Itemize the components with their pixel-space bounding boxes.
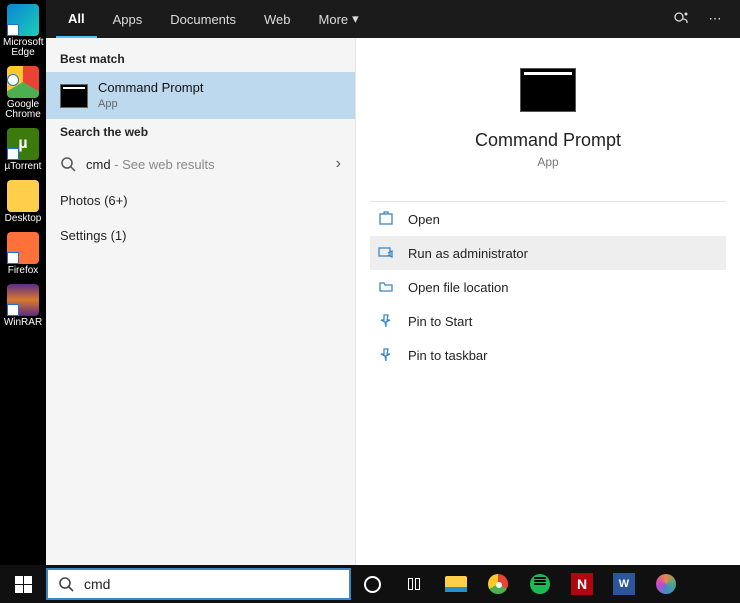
feedback-icon[interactable]	[672, 10, 690, 28]
tab-label: Documents	[170, 12, 236, 27]
action-open-location[interactable]: Open file location	[370, 270, 726, 304]
web-search-row[interactable]: cmd - See web results ›	[46, 145, 355, 183]
tab-apps[interactable]: Apps	[101, 0, 155, 38]
action-label: Open	[408, 212, 440, 227]
taskbar: N W	[0, 565, 740, 603]
preview-subtitle: App	[537, 155, 558, 169]
action-run-admin[interactable]: Run as administrator	[370, 236, 726, 270]
action-list: Open Run as administrator Open file loca…	[370, 201, 726, 372]
word-icon: W	[613, 573, 635, 595]
folder-icon	[7, 180, 39, 212]
cortana-icon	[364, 576, 381, 593]
result-subtitle: App	[98, 97, 203, 111]
taskbar-search-box[interactable]	[46, 568, 351, 600]
desktop: Microsoft Edge Google Chrome µ µTorrent …	[0, 0, 46, 565]
action-open[interactable]: Open	[370, 202, 726, 236]
netflix-button[interactable]: N	[561, 565, 603, 603]
tab-label: Web	[264, 12, 291, 27]
best-match-heading: Best match	[46, 46, 355, 72]
action-label: Run as administrator	[408, 246, 528, 261]
chrome-taskbar-button[interactable]	[477, 565, 519, 603]
search-panel: All Apps Documents Web More▾ ⋯ Best matc…	[46, 0, 740, 565]
desktop-icon-label: Microsoft Edge	[3, 37, 44, 58]
open-icon	[378, 211, 394, 227]
more-options-icon[interactable]: ⋯	[706, 10, 724, 28]
tab-all[interactable]: All	[56, 0, 97, 38]
preview-app-icon	[520, 68, 576, 112]
windows-icon	[15, 576, 32, 593]
utorrent-icon: µ	[7, 128, 39, 160]
cmd-app-icon	[60, 84, 88, 108]
chrome-icon	[7, 66, 39, 98]
photos-row[interactable]: Photos (6+)	[46, 183, 355, 218]
search-content: Best match Command Prompt App Search the…	[46, 38, 740, 565]
tab-label: All	[68, 11, 85, 26]
task-view-button[interactable]	[393, 565, 435, 603]
file-explorer-button[interactable]	[435, 565, 477, 603]
desktop-icon-chrome[interactable]: Google Chrome	[3, 66, 43, 120]
web-query-text: cmd - See web results	[86, 157, 215, 172]
search-icon	[60, 156, 76, 172]
tab-label: Apps	[113, 12, 143, 27]
chevron-right-icon: ›	[336, 155, 341, 173]
word-button[interactable]: W	[603, 565, 645, 603]
paint-button[interactable]	[645, 565, 687, 603]
pin-taskbar-icon	[378, 347, 394, 363]
best-match-result[interactable]: Command Prompt App	[46, 72, 355, 119]
action-pin-start[interactable]: Pin to Start	[370, 304, 726, 338]
action-label: Pin to taskbar	[408, 348, 488, 363]
firefox-icon	[7, 232, 39, 264]
settings-row[interactable]: Settings (1)	[46, 218, 355, 253]
preview-title: Command Prompt	[475, 130, 621, 151]
tab-more[interactable]: More▾	[307, 0, 371, 38]
search-web-heading: Search the web	[46, 119, 355, 145]
chrome-icon	[488, 574, 508, 594]
action-label: Open file location	[408, 280, 508, 295]
app-preview: Command Prompt App	[356, 68, 740, 189]
search-icon	[58, 576, 74, 592]
tab-label: More	[319, 12, 349, 27]
tab-documents[interactable]: Documents	[158, 0, 248, 38]
action-pin-taskbar[interactable]: Pin to taskbar	[370, 338, 726, 372]
task-view-icon	[408, 578, 420, 590]
desktop-icon-label: WinRAR	[4, 317, 42, 328]
search-tabs: All Apps Documents Web More▾ ⋯	[46, 0, 740, 38]
spotify-icon	[530, 574, 550, 594]
file-explorer-icon	[445, 576, 467, 592]
edge-icon	[7, 4, 39, 36]
paint-icon	[656, 574, 676, 594]
tab-web[interactable]: Web	[252, 0, 303, 38]
desktop-icon-label: µTorrent	[5, 161, 42, 172]
admin-icon	[378, 245, 394, 261]
action-label: Pin to Start	[408, 314, 472, 329]
winrar-icon	[7, 284, 39, 316]
chevron-down-icon: ▾	[352, 11, 359, 27]
result-title: Command Prompt	[98, 80, 203, 97]
desktop-icon-edge[interactable]: Microsoft Edge	[3, 4, 43, 58]
desktop-icon-utorrent[interactable]: µ µTorrent	[3, 128, 43, 172]
netflix-icon: N	[571, 573, 593, 595]
start-button[interactable]	[0, 565, 46, 603]
desktop-icon-firefox[interactable]: Firefox	[3, 232, 43, 276]
desktop-icon-winrar[interactable]: WinRAR	[3, 284, 43, 328]
desktop-icon-folder[interactable]: Desktop	[3, 180, 43, 224]
folder-open-icon	[378, 279, 394, 295]
search-input[interactable]	[84, 576, 339, 592]
results-column: Best match Command Prompt App Search the…	[46, 38, 356, 565]
detail-pane: Command Prompt App Open Run as administr…	[356, 38, 740, 565]
desktop-icon-label: Firefox	[8, 265, 39, 276]
pin-icon	[378, 313, 394, 329]
taskbar-icons: N W	[351, 565, 687, 603]
desktop-icon-label: Google Chrome	[5, 99, 41, 120]
spotify-button[interactable]	[519, 565, 561, 603]
desktop-icon-label: Desktop	[5, 213, 42, 224]
cortana-button[interactable]	[351, 565, 393, 603]
